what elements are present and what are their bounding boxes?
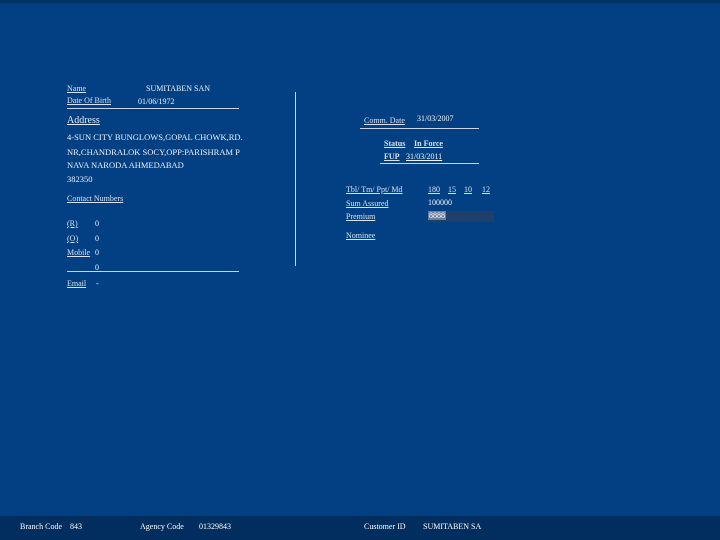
nominee-label: Nominee [346, 231, 376, 240]
email-value: - [96, 279, 99, 288]
premium-value: 8888 [428, 211, 446, 220]
sum-assured-label: Sum Assured [346, 199, 389, 208]
md-value: 12 [482, 185, 490, 194]
comm-date-label: Comm. Date [364, 116, 405, 125]
agency-code-label: Agency Code [140, 522, 184, 531]
name-value: SUMITABEN SAN [146, 84, 211, 93]
branch-code-label: Branch Code [20, 522, 62, 531]
term-value: 15 [448, 185, 456, 194]
dob-value: 01/06/1972 [138, 97, 175, 106]
branch-code-value: 843 [70, 522, 82, 531]
table-value: 180 [428, 185, 440, 194]
status-value: In Force [414, 139, 443, 148]
name-label: Name [67, 84, 87, 93]
premium-label: Premium [346, 212, 376, 221]
ppt-value: 10 [464, 185, 472, 194]
divider [67, 108, 239, 109]
address-heading: Address [67, 115, 100, 126]
top-border [0, 0, 720, 3]
mobile-label: Mobile [67, 248, 91, 257]
address-line-2: NR,CHANDRALOK SOCY,OPP:PARISHRAM P [67, 147, 240, 157]
customer-id-value: SUMITABEN SA [423, 522, 482, 531]
status-label: Status [384, 139, 406, 148]
address-line-3: NAVA NARODA AHMEDABAD [67, 160, 184, 170]
mobile-value: 0 [95, 248, 99, 257]
address-line-1: 4-SUN CITY BUNGLOWS,GOPAL CHOWK,RD. [67, 132, 243, 142]
divider [67, 271, 239, 272]
dob-label: Date Of Birth [67, 96, 111, 105]
agency-code-value: 01329843 [199, 522, 231, 531]
customer-id-label: Customer ID [364, 522, 406, 531]
contact-numbers-heading: Contact Numbers [67, 194, 124, 203]
address-pincode: 382350 [67, 174, 93, 184]
fup-value: 31/03/2011 [406, 152, 443, 161]
email-label: Email [67, 279, 87, 288]
fup-label: FUP [384, 152, 400, 161]
phone-office-label: (O) [67, 234, 79, 243]
sum-assured-value: 100000 [428, 198, 452, 207]
footer-bar [0, 516, 720, 540]
divider [360, 128, 479, 129]
phone-office-value: 0 [95, 234, 99, 243]
phone-residence-value: 0 [95, 219, 99, 228]
phone-residence-label: (R) [67, 219, 78, 228]
table-term-label: Tbl/ Tm/ Ppt/ Md [346, 185, 403, 194]
comm-date-value: 31/03/2007 [417, 114, 454, 123]
divider [380, 163, 479, 164]
column-separator [295, 92, 296, 266]
